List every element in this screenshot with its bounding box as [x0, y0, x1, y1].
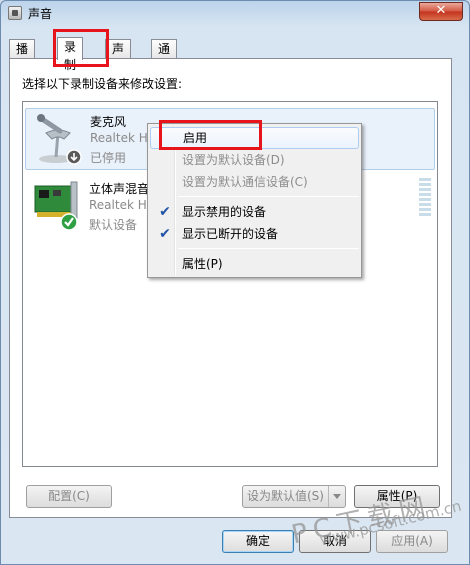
- apply-button[interactable]: 应用(A): [376, 530, 448, 553]
- menu-item-label: 设置为默认通信设备(C): [182, 175, 308, 189]
- check-icon: ✔: [159, 226, 171, 242]
- tab-communications[interactable]: 通信: [151, 39, 178, 74]
- check-icon: ✔: [159, 204, 171, 220]
- window-title: 声音: [28, 7, 53, 21]
- close-button[interactable]: ✕: [419, 2, 463, 21]
- menu-separator: [178, 196, 359, 197]
- menu-item-set-default-comm-device[interactable]: 设置为默认通信设备(C): [150, 171, 359, 193]
- menu-separator: [178, 248, 359, 249]
- menu-item-show-disconnected[interactable]: ✔ 显示已断开的设备: [150, 223, 359, 245]
- menu-item-label: 显示已断开的设备: [182, 227, 279, 241]
- device-status: 已停用: [90, 151, 127, 165]
- set-default-label: 设为默认值(S): [247, 489, 324, 503]
- properties-button[interactable]: 属性(P): [354, 485, 440, 508]
- title-bar[interactable]: 声音 ✕: [1, 1, 469, 27]
- ok-button[interactable]: 确定: [222, 530, 294, 553]
- level-meter: [419, 178, 431, 220]
- instruction-label: 选择以下录制设备来修改设置:: [22, 77, 183, 91]
- menu-item-label: 设置为默认设备(D): [182, 153, 285, 167]
- tab-playback[interactable]: 播放: [9, 39, 36, 74]
- sound-card-icon: [34, 181, 78, 231]
- configure-button[interactable]: 配置(C): [26, 485, 112, 508]
- device-driver: Realtek H: [90, 131, 148, 145]
- chevron-down-icon[interactable]: [328, 486, 345, 507]
- device-driver: Realtek H: [89, 198, 147, 212]
- device-status: 默认设备: [89, 218, 138, 232]
- device-name: 麦克风: [90, 115, 127, 129]
- device-name: 立体声混音: [89, 182, 150, 196]
- cancel-button[interactable]: 取消: [299, 530, 371, 553]
- menu-item-label: 显示禁用的设备: [182, 205, 267, 219]
- highlight-box-recording-tab: [53, 29, 109, 67]
- menu-item-properties[interactable]: 属性(P): [150, 253, 359, 275]
- microphone-icon: [37, 114, 82, 165]
- set-default-button[interactable]: 设为默认值(S): [242, 485, 346, 508]
- menu-item-label: 属性(P): [182, 257, 223, 271]
- menu-item-set-default-device[interactable]: 设置为默认设备(D): [150, 149, 359, 171]
- speaker-icon: [8, 6, 22, 20]
- menu-item-show-disabled[interactable]: ✔ 显示禁用的设备: [150, 201, 359, 223]
- highlight-box-enable-item: [159, 120, 262, 150]
- sound-dialog: 声音 ✕ 播放 录制 声音 通信 选择以下录制设备来修改设置: 麦克风 R: [0, 0, 470, 565]
